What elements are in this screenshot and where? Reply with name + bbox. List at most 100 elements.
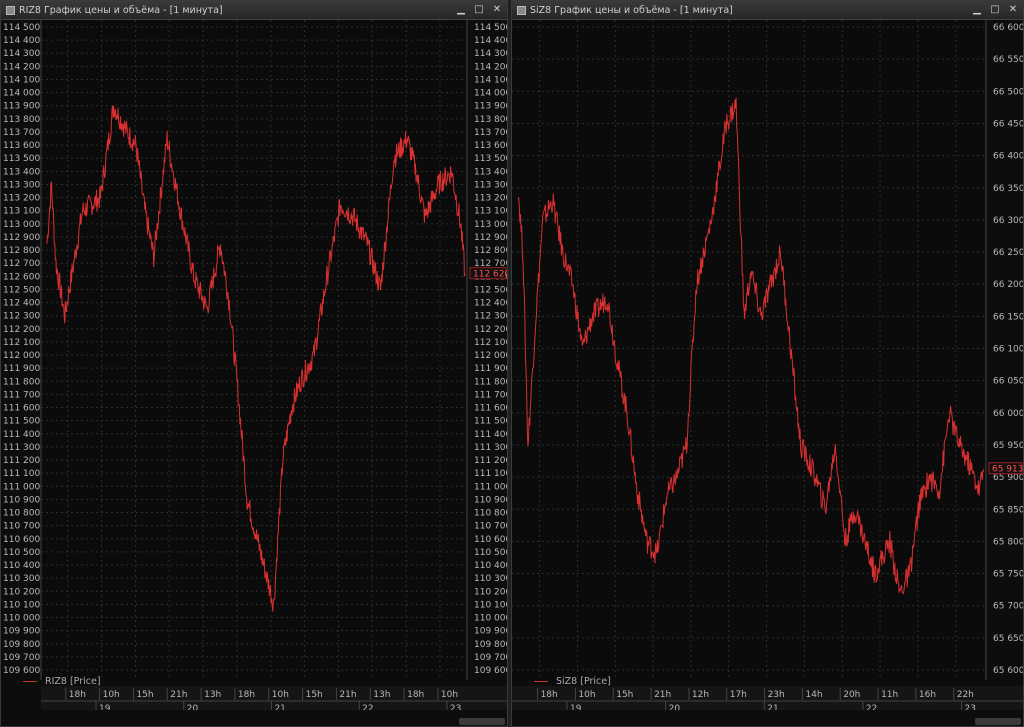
y-tick-label: 65 950	[993, 441, 1023, 451]
y-tick-label: 66 300	[993, 216, 1023, 226]
y-tick-label-left: 114 400	[3, 36, 40, 46]
y-tick-label: 111 000	[474, 482, 507, 492]
x-tick-label: 10h	[578, 690, 595, 700]
y-tick-label-left: 113 600	[3, 141, 40, 151]
y-tick-label: 112 400	[474, 299, 507, 309]
y-tick-label-left: 110 400	[3, 561, 40, 571]
y-tick-label-left: 110 900	[3, 495, 40, 505]
minimize-icon[interactable]: ▁	[971, 3, 983, 17]
y-tick-label: 109 900	[474, 627, 507, 637]
x-tick-label: 15h	[136, 690, 153, 700]
x-tick-label: 15h	[306, 690, 323, 700]
y-tick-label-left: 109 900	[3, 627, 40, 637]
y-tick-label: 65 750	[993, 570, 1023, 580]
y-tick-label: 109 800	[474, 640, 507, 650]
y-tick-label-left: 111 500	[3, 417, 40, 427]
y-tick-label: 110 000	[474, 614, 507, 624]
y-tick-label: 111 400	[474, 430, 507, 440]
y-tick-label-left: 111 600	[3, 404, 40, 414]
y-tick-label: 113 900	[474, 102, 507, 112]
y-tick-label-left: 109 800	[3, 640, 40, 650]
window-titlebar[interactable]: SiZ8 График цены и объёма - [1 минута] ▁…	[512, 1, 1023, 20]
y-tick-label: 112 900	[474, 233, 507, 243]
y-tick-label: 110 200	[474, 587, 507, 597]
horizontal-scrollbar[interactable]	[459, 718, 505, 725]
x-date-label: 19	[99, 704, 111, 710]
x-tick-label: 21h	[654, 690, 671, 700]
y-tick-label-left: 112 600	[3, 272, 40, 282]
y-tick-label: 112 200	[474, 325, 507, 335]
plot-area[interactable]	[512, 20, 986, 680]
y-tick-label: 66 450	[993, 119, 1023, 129]
y-tick-label-left: 112 400	[3, 299, 40, 309]
horizontal-scrollbar[interactable]	[975, 718, 1021, 725]
x-date-label: 23	[450, 704, 461, 710]
x-tick-label: 10h	[441, 690, 458, 700]
y-tick-label: 114 100	[474, 75, 507, 85]
y-tick-label: 66 550	[993, 55, 1023, 65]
y-tick-label: 66 350	[993, 184, 1023, 194]
y-tick-label: 66 250	[993, 248, 1023, 258]
y-tick-label: 114 300	[474, 49, 507, 59]
y-tick-label: 114 500	[474, 23, 507, 33]
y-tick-label-left: 112 100	[3, 338, 40, 348]
y-tick-label-left: 110 300	[3, 574, 40, 584]
plot-area[interactable]	[41, 20, 467, 680]
close-icon[interactable]: ✕	[1007, 3, 1019, 17]
y-tick-label-left: 111 900	[3, 364, 40, 374]
y-tick-label-left: 113 200	[3, 194, 40, 204]
x-tick-label: 21h	[339, 690, 356, 700]
x-tick-label: 12h	[692, 690, 709, 700]
y-tick-label: 113 200	[474, 194, 507, 204]
y-tick-label-left: 110 500	[3, 548, 40, 558]
app-icon	[517, 5, 526, 15]
y-tick-label: 111 900	[474, 364, 507, 374]
x-axis: 18h 10h 15h 21h 12h 17h 23h 14h 20h 11h 16h 22h 19 20…	[512, 686, 1023, 710]
x-date-label: 21	[767, 704, 778, 710]
y-tick-label: 111 800	[474, 377, 507, 387]
y-tick-label-left: 111 400	[3, 430, 40, 440]
y-tick-label: 65 800	[993, 537, 1023, 547]
y-tick-label-left: 112 000	[3, 351, 40, 361]
x-tick-label: 22h	[957, 690, 974, 700]
y-tick-label: 111 200	[474, 456, 507, 466]
y-tick-label-left: 113 900	[3, 102, 40, 112]
y-tick-label-left: 110 800	[3, 509, 40, 519]
x-tick-label: 13h	[373, 690, 390, 700]
y-tick-label: 110 700	[474, 522, 507, 532]
legend-label: SiZ8 [Price]	[556, 676, 611, 687]
y-tick-label: 65 700	[993, 602, 1023, 612]
price-chart[interactable]: 66 600 66 550 66 500 66 450 66 400 66 350 66 3…	[512, 20, 1023, 710]
y-tick-label: 110 900	[474, 495, 507, 505]
close-icon[interactable]: ✕	[491, 3, 503, 17]
maximize-icon[interactable]: □	[473, 3, 485, 17]
x-tick-label: 10h	[103, 690, 120, 700]
y-tick-label: 66 150	[993, 312, 1023, 322]
legend-swatch	[534, 681, 548, 682]
y-tick-label-left: 112 500	[3, 285, 40, 295]
y-tick-label-left: 114 200	[3, 62, 40, 72]
y-tick-label: 65 850	[993, 505, 1023, 515]
y-tick-label-left: 110 200	[3, 587, 40, 597]
y-tick-label-left: 110 100	[3, 600, 40, 610]
x-date-label: 22	[362, 704, 373, 710]
x-date-label: 23	[965, 704, 976, 710]
y-tick-label-left: 112 800	[3, 246, 40, 256]
minimize-icon[interactable]: ▁	[455, 3, 467, 17]
window-titlebar[interactable]: RIZ8 График цены и объёма - [1 минута] ▁…	[1, 1, 507, 20]
y-tick-label: 110 400	[474, 561, 507, 571]
x-date-label: 21	[274, 704, 285, 710]
y-tick-label: 109 600	[474, 666, 507, 676]
y-tick-label-left: 111 000	[3, 482, 40, 492]
y-tick-label-left: 113 100	[3, 207, 40, 217]
y-tick-label: 112 500	[474, 285, 507, 295]
y-tick-label: 110 800	[474, 509, 507, 519]
maximize-icon[interactable]: □	[989, 3, 1001, 17]
y-tick-label-left: 113 400	[3, 167, 40, 177]
y-tick-label-left: 112 900	[3, 233, 40, 243]
y-tick-label: 114 000	[474, 89, 507, 99]
chart-window-siz8: SiZ8 График цены и объёма - [1 минута] ▁…	[511, 0, 1024, 727]
y-tick-label: 111 500	[474, 417, 507, 427]
price-chart[interactable]: 114 500 114 500 114 400 114 400 114 300 114 3…	[1, 20, 507, 710]
y-tick-label-left: 109 700	[3, 653, 40, 663]
